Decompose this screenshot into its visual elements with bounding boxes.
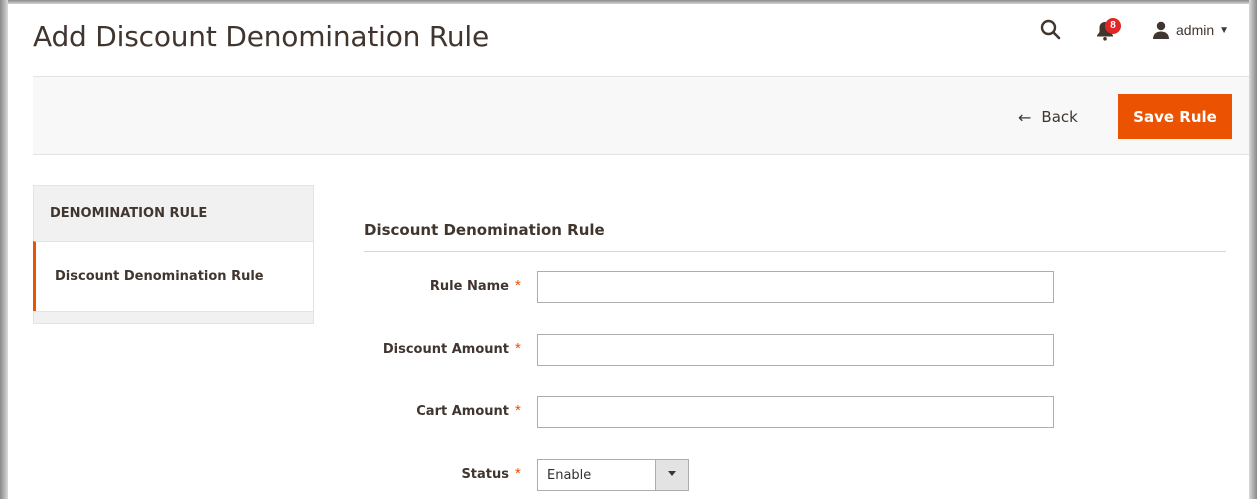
status-label: Status — [461, 467, 509, 482]
discount-amount-input[interactable] — [537, 334, 1054, 366]
cart-amount-field: Cart Amount * — [364, 396, 1226, 428]
required-asterisk: * — [515, 402, 521, 419]
back-button-label: Back — [1041, 108, 1078, 126]
rule-name-input[interactable] — [537, 271, 1054, 303]
rule-name-field: Rule Name * — [364, 271, 1226, 303]
sidebar-heading: DENOMINATION RULE — [33, 185, 314, 241]
window-frame-left — [0, 0, 8, 499]
cart-amount-input[interactable] — [537, 396, 1054, 428]
page-actions-bar: ← Back Save Rule — [33, 76, 1249, 155]
sidebar-nav: DENOMINATION RULE Discount Denomination … — [33, 185, 314, 324]
rule-form: Discount Denomination Rule Rule Name * D… — [364, 185, 1226, 491]
select-toggle[interactable] — [655, 460, 688, 490]
rule-name-label: Rule Name — [429, 279, 509, 294]
user-name: admin — [1176, 22, 1215, 38]
discount-amount-field: Discount Amount * — [364, 334, 1226, 366]
page-header: Add Discount Denomination Rule 8 admin ▼ — [8, 4, 1249, 76]
status-field: Status * Enable — [364, 459, 1226, 491]
sidebar-footer — [33, 311, 314, 324]
discount-amount-label: Discount Amount — [382, 342, 509, 357]
back-button[interactable]: ← Back — [1018, 99, 1078, 135]
user-menu[interactable]: admin ▼ — [1152, 18, 1229, 42]
cart-amount-label: Cart Amount — [416, 404, 509, 419]
status-select[interactable]: Enable — [537, 459, 689, 491]
caret-down-icon: ▼ — [1219, 24, 1230, 36]
notification-count-badge: 8 — [1105, 18, 1121, 34]
admin-page: Add Discount Denomination Rule 8 admin ▼ — [8, 4, 1249, 499]
window-frame-right — [1249, 0, 1257, 499]
arrow-left-icon: ← — [1018, 107, 1032, 127]
required-asterisk: * — [515, 277, 521, 294]
caret-down-icon — [668, 471, 676, 476]
form-section-title: Discount Denomination Rule — [364, 221, 1226, 252]
sidebar-item-discount-denomination-rule[interactable]: Discount Denomination Rule — [33, 241, 314, 311]
search-icon[interactable] — [1039, 18, 1063, 42]
status-select-value: Enable — [547, 468, 592, 483]
required-asterisk: * — [515, 465, 521, 482]
save-rule-button[interactable]: Save Rule — [1118, 94, 1232, 139]
page-title: Add Discount Denomination Rule — [33, 20, 490, 53]
required-asterisk: * — [515, 340, 521, 357]
user-icon — [1153, 21, 1169, 39]
notifications-button[interactable]: 8 — [1095, 18, 1125, 42]
